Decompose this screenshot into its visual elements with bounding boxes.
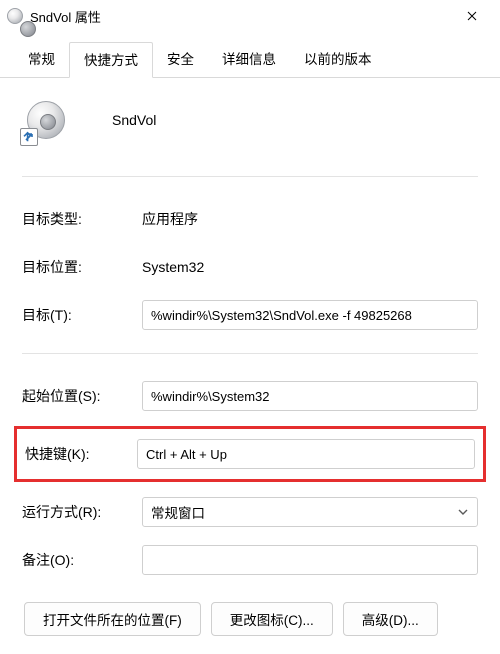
label-target-location: 目标位置: bbox=[22, 257, 134, 277]
window-title: SndVol 属性 bbox=[30, 7, 450, 26]
label-target-type: 目标类型: bbox=[22, 209, 134, 229]
shortcut-overlay-icon bbox=[20, 128, 38, 146]
open-file-location-button[interactable]: 打开文件所在的位置(F) bbox=[24, 602, 201, 636]
run-dropdown[interactable]: 常规窗口 bbox=[142, 497, 478, 527]
tab-previous-versions[interactable]: 以前的版本 bbox=[290, 42, 386, 78]
value-target-location: System32 bbox=[142, 259, 204, 275]
start-in-input[interactable] bbox=[142, 381, 478, 411]
label-comment: 备注(O): bbox=[22, 550, 134, 570]
hotkey-input[interactable] bbox=[137, 439, 475, 469]
row-run: 运行方式(R): 常规窗口 bbox=[22, 488, 478, 536]
titlebar: SndVol 属性 bbox=[0, 0, 500, 32]
label-target: 目标(T): bbox=[22, 305, 134, 325]
value-target-type: 应用程序 bbox=[142, 209, 198, 229]
divider bbox=[22, 176, 478, 177]
tabstrip: 常规 快捷方式 安全 详细信息 以前的版本 bbox=[0, 32, 500, 78]
app-speaker-icon bbox=[6, 7, 24, 25]
shortcut-header bbox=[22, 96, 478, 144]
hotkey-highlight: 快捷键(K): bbox=[14, 426, 486, 482]
label-run: 运行方式(R): bbox=[22, 502, 134, 522]
run-dropdown-value: 常规窗口 bbox=[151, 502, 205, 522]
target-input[interactable] bbox=[142, 300, 478, 330]
close-icon bbox=[467, 11, 477, 21]
row-target-location: 目标位置: System32 bbox=[22, 243, 478, 291]
tab-general[interactable]: 常规 bbox=[14, 42, 69, 78]
row-start-in: 起始位置(S): bbox=[22, 372, 478, 420]
tab-security[interactable]: 安全 bbox=[153, 42, 208, 78]
change-icon-button[interactable]: 更改图标(C)... bbox=[211, 602, 333, 636]
tab-panel-shortcut: 目标类型: 应用程序 目标位置: System32 目标(T): 起始位置(S)… bbox=[0, 78, 500, 654]
close-button[interactable] bbox=[450, 1, 494, 31]
shortcut-icon bbox=[22, 96, 70, 144]
row-target: 目标(T): bbox=[22, 291, 478, 339]
divider bbox=[22, 353, 478, 354]
tab-shortcut[interactable]: 快捷方式 bbox=[69, 42, 153, 78]
row-target-type: 目标类型: 应用程序 bbox=[22, 195, 478, 243]
chevron-down-icon bbox=[455, 504, 471, 520]
button-row: 打开文件所在的位置(F) 更改图标(C)... 高级(D)... bbox=[22, 602, 478, 636]
comment-input[interactable] bbox=[142, 545, 478, 575]
row-comment: 备注(O): bbox=[22, 536, 478, 584]
shortcut-name-input[interactable] bbox=[110, 108, 478, 132]
label-hotkey: 快捷键(K): bbox=[25, 444, 129, 464]
advanced-button[interactable]: 高级(D)... bbox=[343, 602, 438, 636]
label-start-in: 起始位置(S): bbox=[22, 386, 134, 406]
tab-details[interactable]: 详细信息 bbox=[208, 42, 290, 78]
